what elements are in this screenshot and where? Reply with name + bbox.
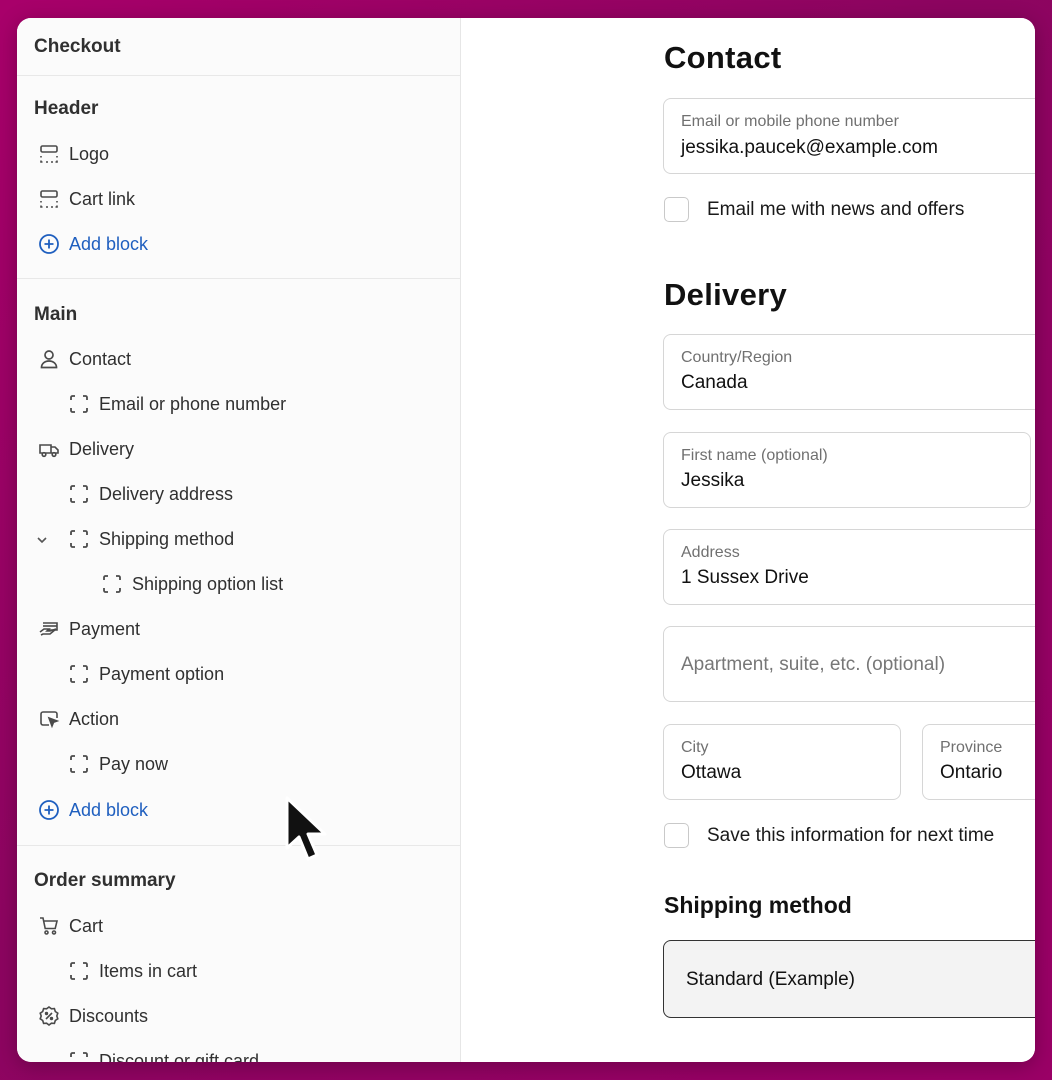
dashed-square-icon bbox=[67, 1049, 91, 1062]
sidebar-item-action[interactable]: Action bbox=[37, 703, 119, 735]
sidebar-item-email-phone[interactable]: Email or phone number bbox=[67, 388, 286, 420]
dashed-square-icon bbox=[67, 527, 91, 551]
contact-heading: Contact bbox=[664, 40, 782, 75]
country-label: Country/Region bbox=[681, 349, 793, 366]
address-field[interactable]: Address 1 Sussex Drive bbox=[663, 529, 1035, 605]
mouse-pointer-icon bbox=[285, 796, 327, 861]
first-name-field[interactable]: First name (optional) Jessika bbox=[663, 432, 1031, 508]
cart-icon bbox=[37, 914, 61, 938]
sidebar-item-label: Items in cart bbox=[99, 960, 198, 981]
section-order-summary-title: Order summary bbox=[34, 870, 176, 891]
sidebar-item-pay-now[interactable]: Pay now bbox=[67, 748, 168, 780]
dashed-square-icon bbox=[67, 482, 91, 506]
sidebar-item-label: Contact bbox=[69, 348, 132, 369]
sidebar-item-label: Shipping method bbox=[99, 528, 235, 549]
sidebar-item-discounts[interactable]: Discounts bbox=[37, 1000, 148, 1032]
plus-circle-icon bbox=[37, 232, 61, 256]
divider bbox=[17, 278, 460, 279]
apartment-placeholder: Apartment, suite, etc. (optional) bbox=[681, 654, 946, 675]
add-block-button-header[interactable]: Add block bbox=[37, 228, 148, 260]
province-label: Province bbox=[940, 739, 1003, 756]
sidebar-item-cart[interactable]: Cart bbox=[37, 910, 103, 942]
checkout-editor-window: Checkout Header Logo Cart link Add block… bbox=[17, 18, 1035, 1062]
email-field[interactable]: Email or mobile phone number jessika.pau… bbox=[663, 98, 1035, 174]
news-checkbox[interactable] bbox=[664, 197, 689, 222]
country-value: Canada bbox=[681, 372, 748, 393]
sidebar-item-discount-gift-card[interactable]: Discount or gift card bbox=[67, 1045, 259, 1062]
cursor-click-icon bbox=[37, 707, 61, 731]
save-info-checkbox-row[interactable]: Save this information for next time bbox=[664, 823, 994, 848]
sidebar-item-label: Discounts bbox=[69, 1005, 149, 1026]
sidebar-item-logo[interactable]: Logo bbox=[37, 138, 109, 170]
sidebar-item-contact[interactable]: Contact bbox=[37, 343, 131, 375]
sidebar-item-label: Payment bbox=[69, 618, 141, 639]
dashed-square-icon bbox=[67, 392, 91, 416]
apartment-field[interactable]: Apartment, suite, etc. (optional) bbox=[663, 626, 1035, 702]
address-label: Address bbox=[681, 544, 740, 561]
dashed-square-icon bbox=[67, 662, 91, 686]
news-checkbox-row[interactable]: Email me with news and offers bbox=[664, 197, 964, 222]
discount-badge-icon bbox=[37, 1004, 61, 1028]
section-main-title: Main bbox=[34, 304, 78, 325]
truck-icon bbox=[37, 437, 61, 461]
sidebar-item-label: Logo bbox=[69, 143, 110, 164]
dashed-square-icon bbox=[100, 572, 124, 596]
sidebar-item-label: Email or phone number bbox=[99, 393, 287, 414]
first-name-label: First name (optional) bbox=[681, 447, 828, 464]
divider bbox=[17, 75, 460, 76]
sidebar-item-label: Payment option bbox=[99, 663, 225, 684]
sidebar-item-shipping-method[interactable]: Shipping method bbox=[67, 523, 234, 555]
checkout-preview: Contact Email or mobile phone number jes… bbox=[467, 18, 1035, 1062]
shipping-option-standard[interactable]: Standard (Example) bbox=[663, 940, 1035, 1018]
card-hand-icon bbox=[37, 617, 61, 641]
add-block-button-main[interactable]: Add block bbox=[37, 794, 148, 826]
divider bbox=[17, 845, 460, 846]
dashed-square-icon bbox=[67, 752, 91, 776]
sidebar-item-label: Delivery bbox=[69, 438, 135, 459]
add-block-label: Add block bbox=[69, 799, 149, 820]
sidebar-item-delivery[interactable]: Delivery bbox=[37, 433, 134, 465]
sidebar-item-label: Discount or gift card bbox=[99, 1050, 260, 1063]
section-header-title: Header bbox=[34, 98, 99, 119]
sidebar-item-payment-option[interactable]: Payment option bbox=[67, 658, 224, 690]
city-label: City bbox=[681, 739, 709, 756]
sidebar-item-items-in-cart[interactable]: Items in cart bbox=[67, 955, 197, 987]
city-value: Ottawa bbox=[681, 762, 742, 783]
address-value: 1 Sussex Drive bbox=[681, 567, 809, 588]
layout-block-icon bbox=[37, 187, 61, 211]
email-label: Email or mobile phone number bbox=[681, 113, 899, 130]
sidebar-item-label: Cart bbox=[69, 915, 104, 936]
save-info-checkbox-label: Save this information for next time bbox=[707, 824, 995, 846]
sidebar-item-label: Shipping option list bbox=[132, 573, 284, 594]
province-select[interactable]: Province Ontario bbox=[922, 724, 1035, 800]
chevron-down-icon[interactable] bbox=[35, 533, 49, 547]
sidebar-item-delivery-address[interactable]: Delivery address bbox=[67, 478, 233, 510]
email-value: jessika.paucek@example.com bbox=[681, 137, 938, 158]
sidebar: Checkout Header Logo Cart link Add block… bbox=[17, 18, 461, 1062]
sidebar-item-label: Pay now bbox=[99, 753, 169, 774]
country-region-select[interactable]: Country/Region Canada bbox=[663, 334, 1035, 410]
sidebar-item-cart-link[interactable]: Cart link bbox=[37, 183, 135, 215]
save-info-checkbox[interactable] bbox=[664, 823, 689, 848]
city-field[interactable]: City Ottawa bbox=[663, 724, 901, 800]
delivery-heading: Delivery bbox=[664, 277, 788, 312]
sidebar-item-payment[interactable]: Payment bbox=[37, 613, 140, 645]
add-block-label: Add block bbox=[69, 233, 149, 254]
sidebar-item-label: Cart link bbox=[69, 188, 136, 209]
shipping-option-label: Standard (Example) bbox=[686, 969, 855, 990]
sidebar-title: Checkout bbox=[34, 36, 121, 57]
sidebar-item-label: Action bbox=[69, 708, 120, 729]
news-checkbox-label: Email me with news and offers bbox=[707, 198, 965, 220]
province-value: Ontario bbox=[940, 762, 1003, 783]
person-icon bbox=[37, 347, 61, 371]
first-name-value: Jessika bbox=[681, 470, 745, 491]
layout-block-icon bbox=[37, 142, 61, 166]
sidebar-item-label: Delivery address bbox=[99, 483, 234, 504]
plus-circle-icon bbox=[37, 798, 61, 822]
shipping-method-heading: Shipping method bbox=[664, 892, 852, 918]
sidebar-item-shipping-option-list[interactable]: Shipping option list bbox=[100, 568, 283, 600]
dashed-square-icon bbox=[67, 959, 91, 983]
